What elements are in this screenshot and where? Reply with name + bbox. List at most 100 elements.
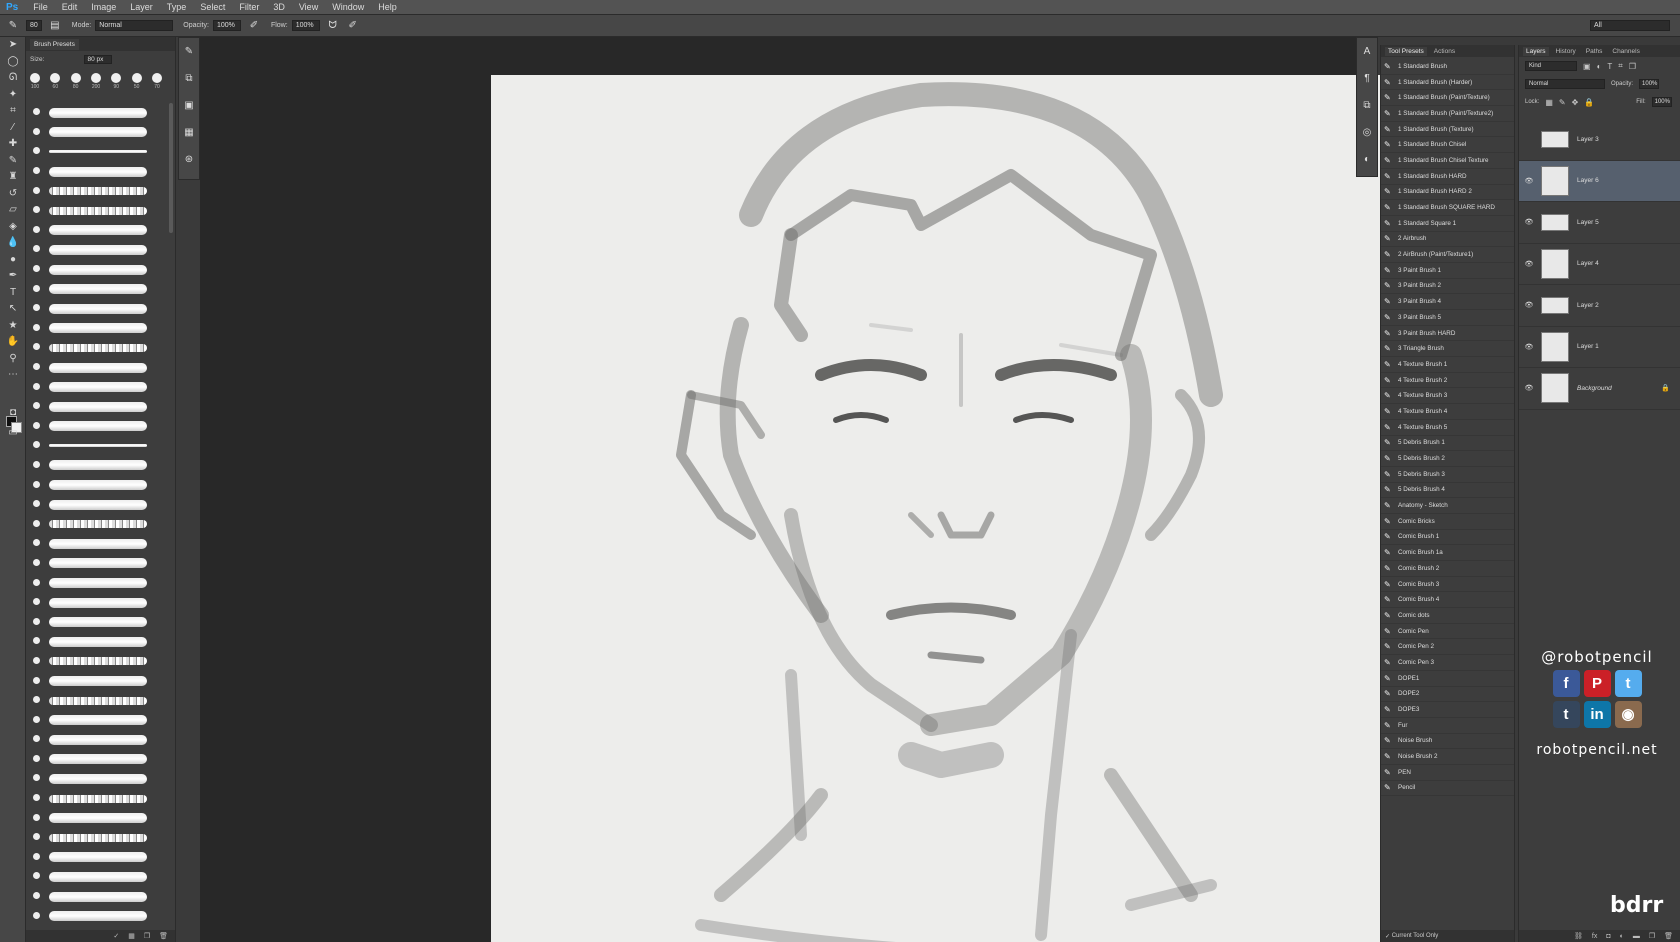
lock-paint-icon[interactable]: ✎ <box>1559 98 1566 107</box>
stamp-tool-icon[interactable]: ♜ <box>0 169 26 186</box>
properties-icon[interactable]: ▣ <box>179 92 199 119</box>
brush-preset-item[interactable] <box>26 417 175 437</box>
brush-preset-item[interactable] <box>26 710 175 730</box>
mask-icon[interactable]: ◘ <box>1606 933 1610 940</box>
adjustment-layer-icon[interactable]: ◐ <box>1620 933 1624 940</box>
color-panel-icon[interactable]: ◎ <box>1357 119 1377 146</box>
tool-preset-item[interactable]: ✎ Comic Brush 3 <box>1381 577 1514 593</box>
tool-preset-item[interactable]: ✎ 1 Standard Brush (Paint/Texture2) <box>1381 106 1514 122</box>
menu-view[interactable]: View <box>292 2 325 12</box>
hand-tool-icon[interactable]: ✋ <box>0 334 26 351</box>
tab-paths[interactable]: Paths <box>1583 47 1606 56</box>
brush-tool-icon[interactable]: ✎ <box>0 153 26 170</box>
tool-preset-item[interactable]: ✎ DOPE2 <box>1381 687 1514 703</box>
brush-preset-item[interactable] <box>26 103 175 123</box>
more-tools-icon[interactable]: ⋯ <box>0 367 26 384</box>
grid-icon[interactable]: ▦ <box>128 932 135 940</box>
link-icon[interactable]: ⛓ <box>1574 932 1583 940</box>
filter-smart-icon[interactable]: ❐ <box>1629 62 1636 71</box>
current-tool-only-checkbox[interactable]: ✓ Current Tool Only <box>1381 930 1514 942</box>
brush-preset-item[interactable] <box>26 397 175 417</box>
brush-preset-item[interactable] <box>26 456 175 476</box>
trash-icon[interactable]: 🗑 <box>159 932 168 940</box>
brush-panel-icon[interactable]: ✎ <box>179 38 199 65</box>
tool-preset-item[interactable]: ✎ 1 Standard Brush (Texture) <box>1381 122 1514 138</box>
brush-preset-item[interactable] <box>26 554 175 574</box>
group-icon[interactable]: ▬ <box>1633 933 1640 940</box>
app-logo[interactable]: Ps <box>0 2 26 13</box>
brush-preset-item[interactable] <box>26 867 175 887</box>
menu-edit[interactable]: Edit <box>55 2 85 12</box>
flow-input[interactable]: 100% <box>291 20 320 31</box>
brush-preset-item[interactable] <box>26 495 175 515</box>
menu-select[interactable]: Select <box>193 2 232 12</box>
pen-tool-icon[interactable]: ✒ <box>0 268 26 285</box>
brush-size-picker[interactable]: 80 <box>26 20 42 31</box>
layer-opacity-input[interactable]: 100% <box>1639 79 1660 89</box>
pressure-size-icon[interactable]: ✐ <box>346 20 360 32</box>
brush-preset-item[interactable] <box>26 534 175 554</box>
layer-row[interactable]: 👁 Layer 5 <box>1519 202 1680 244</box>
brush-preset-item[interactable] <box>26 730 175 750</box>
quick-mask-icon[interactable]: ◘ <box>0 405 26 422</box>
tool-preset-item[interactable]: ✎ Noise Brush 2 <box>1381 749 1514 765</box>
brush-preset-item[interactable] <box>26 848 175 868</box>
visibility-eye-icon[interactable]: 👁 <box>1519 301 1539 309</box>
tool-preset-item[interactable]: ✎ 4 Texture Brush 5 <box>1381 420 1514 436</box>
brush-preset-item[interactable] <box>26 319 175 339</box>
zoom-tool-icon[interactable]: ⚲ <box>0 351 26 368</box>
brush-preset-item[interactable] <box>26 671 175 691</box>
brush-panel-toggle-icon[interactable]: ▤ <box>48 20 62 32</box>
brush-preset-item[interactable] <box>26 377 175 397</box>
tool-preset-item[interactable]: ✎ 1 Standard Brush HARD <box>1381 169 1514 185</box>
brush-preset-item[interactable] <box>26 162 175 182</box>
tool-preset-item[interactable]: ✎ 5 Debris Brush 1 <box>1381 436 1514 452</box>
menu-3d[interactable]: 3D <box>266 2 292 12</box>
paragraph-panel-icon[interactable]: ¶ <box>1357 65 1377 92</box>
menu-image[interactable]: Image <box>84 2 123 12</box>
brush-preset-item[interactable] <box>26 573 175 593</box>
tool-preset-item[interactable]: ✎ PEN <box>1381 765 1514 781</box>
fx-icon[interactable]: fx <box>1592 933 1597 940</box>
tool-preset-item[interactable]: ✎ 1 Standard Brush HARD 2 <box>1381 185 1514 201</box>
screen-mode-icon[interactable]: ▭ <box>0 425 26 442</box>
tool-preset-item[interactable]: ✎ Comic dots <box>1381 608 1514 624</box>
brush-preset-item[interactable] <box>26 436 175 456</box>
brush-preset-item[interactable] <box>26 789 175 809</box>
tool-preset-item[interactable]: ✎ 4 Texture Brush 2 <box>1381 373 1514 389</box>
tool-preset-item[interactable]: ✎ 1 Standard Brush Chisel Texture <box>1381 153 1514 169</box>
brush-preset-item[interactable] <box>26 750 175 770</box>
tool-preset-item[interactable]: ✎ Fur <box>1381 718 1514 734</box>
pressure-opacity-icon[interactable]: ✐ <box>247 20 261 32</box>
lasso-tool-icon[interactable]: ᘏ <box>0 70 26 87</box>
brush-preset-item[interactable] <box>26 201 175 221</box>
brush-tool-icon[interactable]: ✎ <box>6 20 20 32</box>
brush-tip[interactable]: 70 <box>151 73 162 90</box>
menu-window[interactable]: Window <box>325 2 371 12</box>
layer-row[interactable]: 👁 Layer 2 <box>1519 285 1680 327</box>
tab-channels[interactable]: Channels <box>1609 47 1642 56</box>
brush-preset-item[interactable] <box>26 828 175 848</box>
tool-preset-item[interactable]: ✎ 5 Debris Brush 2 <box>1381 451 1514 467</box>
tool-preset-item[interactable]: ✎ 3 Paint Brush 1 <box>1381 263 1514 279</box>
brush-tip[interactable]: 200 <box>90 73 101 90</box>
tab-tool-presets[interactable]: Tool Presets <box>1385 46 1427 56</box>
tool-preset-item[interactable]: ✎ Comic Brush 1a <box>1381 545 1514 561</box>
tool-preset-item[interactable]: ✎ Comic Pen 3 <box>1381 655 1514 671</box>
tab-layers[interactable]: Layers <box>1523 46 1549 56</box>
tool-preset-item[interactable]: ✎ Noise Brush <box>1381 734 1514 750</box>
brush-tip[interactable]: 50 <box>131 73 142 90</box>
brush-preset-item[interactable] <box>26 123 175 143</box>
brush-preset-item[interactable] <box>26 612 175 632</box>
tool-preset-item[interactable]: ✎ 2 AirBrush (Paint/Texture1) <box>1381 247 1514 263</box>
filter-adjust-icon[interactable]: ◐ <box>1597 62 1602 71</box>
eraser-tool-icon[interactable]: ▱ <box>0 202 26 219</box>
filter-pixel-icon[interactable]: ▣ <box>1583 62 1591 71</box>
brush-preset-item[interactable] <box>26 279 175 299</box>
brush-preset-item[interactable] <box>26 632 175 652</box>
tool-preset-item[interactable]: ✎ Comic Brush 1 <box>1381 530 1514 546</box>
check-icon[interactable]: ✓ <box>113 932 119 940</box>
menu-type[interactable]: Type <box>160 2 194 12</box>
filter-shape-icon[interactable]: ⌗ <box>1618 61 1623 71</box>
lock-transparency-icon[interactable]: ▦ <box>1545 98 1553 107</box>
